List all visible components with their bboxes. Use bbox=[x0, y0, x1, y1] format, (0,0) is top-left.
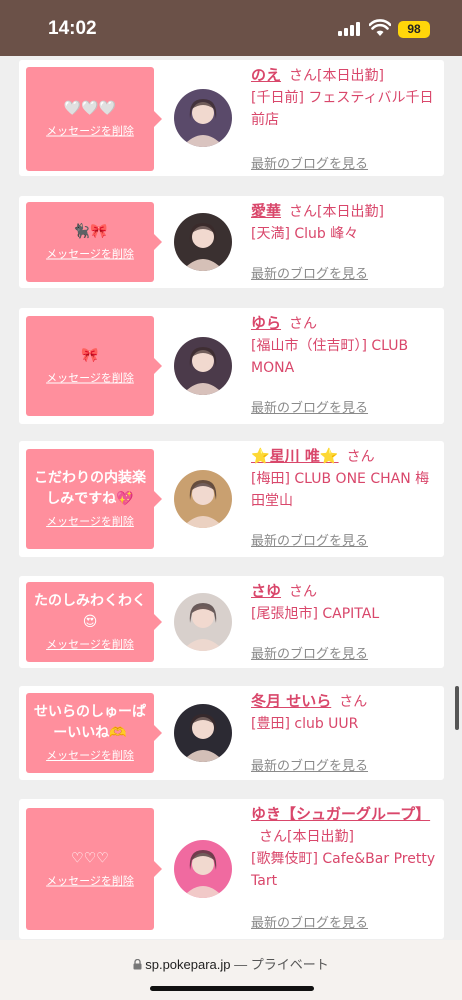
status-bar: 14:02 98 bbox=[0, 0, 462, 56]
shop-text: [歌舞伎町] Cafe&Bar Pretty Tart bbox=[251, 851, 436, 889]
avatar[interactable] bbox=[174, 704, 232, 762]
shop-text: [千日前] フェスティバル千日前店 bbox=[251, 90, 434, 128]
girl-info: ゆき【シュガーグループ】さん[本日出勤] [歌舞伎町] Cafe&Bar Pret… bbox=[251, 803, 441, 935]
message-bubble: せいらのしゅーぱーいいね🫶 メッセージを削除 bbox=[26, 693, 162, 773]
wifi-icon bbox=[369, 19, 391, 36]
name-line: 冬月 せいら さん bbox=[251, 690, 441, 713]
girl-info: 冬月 せいら さん [豊田] club UUR 最新のブログを見る bbox=[251, 690, 441, 776]
avatar[interactable] bbox=[174, 337, 232, 395]
message-card: せいらのしゅーぱーいいね🫶 メッセージを削除 冬月 せいら さん [豊田] club U… bbox=[19, 686, 444, 780]
shop-text: [豊田] club UUR bbox=[251, 716, 359, 732]
shop-text: [尾張旭市] CAPITAL bbox=[251, 606, 380, 622]
message-text: ♡♡♡ bbox=[71, 850, 109, 867]
battery-indicator: 98 bbox=[398, 21, 430, 38]
address-bar[interactable]: sp.pokepara.jp — プライベート bbox=[0, 940, 462, 1000]
blog-link[interactable]: 最新のブログを見る bbox=[251, 398, 368, 420]
girl-info: 愛華 さん[本日出勤] [天満] Club 峰々最新のブログを見る bbox=[251, 200, 441, 284]
honorific: さん bbox=[259, 829, 287, 845]
message-text: 🤍🤍🤍 bbox=[63, 100, 117, 117]
girl-name-link[interactable]: 冬月 せいら bbox=[251, 692, 331, 710]
girl-info: ⭐星川 唯⭐ さん [梅田] CLUB ONE CHAN 梅田堂山最新のブログを見る bbox=[251, 445, 441, 553]
girl-info: のえ さん[本日出勤] [千日前] フェスティバル千日前店 最新のブログを見る bbox=[251, 64, 441, 172]
honorific: さん bbox=[339, 694, 368, 710]
avatar[interactable] bbox=[174, 470, 232, 528]
girl-name-link[interactable]: ゆら bbox=[251, 314, 281, 332]
girl-name-link[interactable]: ⭐星川 唯⭐ bbox=[251, 447, 339, 465]
message-text: たのしみわくわく😍 bbox=[34, 593, 146, 630]
honorific: さん bbox=[289, 68, 318, 84]
honorific: さん bbox=[289, 584, 318, 600]
honorific: さん bbox=[289, 204, 318, 220]
name-line: ゆき【シュガーグループ】さん[本日出勤] bbox=[251, 803, 441, 848]
shop-text: [福山市（住吉町）] CLUB MONA bbox=[251, 338, 409, 376]
girl-name-link[interactable]: さゆ bbox=[251, 582, 281, 600]
scrollbar[interactable] bbox=[455, 686, 459, 730]
message-text: こだわりの内装楽しみですね💖 bbox=[34, 470, 146, 507]
message-text: 🐈‍⬛🎀 bbox=[72, 223, 108, 240]
message-bubble: たのしみわくわく😍 メッセージを削除 bbox=[26, 582, 162, 662]
attendance-tag: [本日出勤] bbox=[317, 68, 384, 84]
url-text[interactable]: sp.pokepara.jp — プライベート bbox=[0, 954, 462, 973]
blog-link[interactable]: 最新のブログを見る bbox=[251, 756, 368, 778]
name-line: ゆら さん bbox=[251, 312, 441, 335]
blog-link[interactable]: 最新のブログを見る bbox=[251, 264, 368, 286]
avatar[interactable] bbox=[174, 840, 232, 898]
shop-text: [梅田] CLUB ONE CHAN 梅田堂山 bbox=[251, 471, 430, 509]
delete-message-link[interactable]: メッセージを削除 bbox=[26, 637, 154, 653]
honorific: さん bbox=[289, 316, 318, 332]
delete-message-link[interactable]: メッセージを削除 bbox=[26, 247, 154, 263]
girl-name-link[interactable]: のえ bbox=[251, 66, 281, 84]
message-bubble: 🐈‍⬛🎀 メッセージを削除 bbox=[26, 202, 162, 282]
message-card: たのしみわくわく😍 メッセージを削除 さゆ さん [尾張旭市] CAPITAL 最新のブロ… bbox=[19, 576, 444, 668]
delete-message-link[interactable]: メッセージを削除 bbox=[26, 514, 154, 530]
avatar[interactable] bbox=[174, 213, 232, 271]
girl-name-link[interactable]: ゆき【シュガーグループ】 bbox=[251, 805, 430, 823]
delete-message-link[interactable]: メッセージを削除 bbox=[26, 748, 154, 764]
message-bubble: ♡♡♡ メッセージを削除 bbox=[26, 808, 162, 930]
url-domain: sp.pokepara.jp bbox=[145, 957, 231, 972]
girl-info: ゆら さん [福山市（住吉町）] CLUB MONA 最新のブログを見る bbox=[251, 312, 441, 420]
lock-icon bbox=[133, 958, 142, 970]
message-card: こだわりの内装楽しみですね💖 メッセージを削除 ⭐星川 唯⭐ さん [梅田] CLUB … bbox=[19, 441, 444, 557]
delete-message-link[interactable]: メッセージを削除 bbox=[26, 874, 154, 890]
shop-text: [天満] Club 峰々 bbox=[251, 226, 359, 242]
blog-link[interactable]: 最新のブログを見る bbox=[251, 531, 368, 553]
message-bubble: こだわりの内装楽しみですね💖 メッセージを削除 bbox=[26, 449, 162, 549]
name-line: のえ さん[本日出勤] bbox=[251, 64, 441, 87]
url-private-label: — プライベート bbox=[230, 957, 329, 972]
message-card: 🐈‍⬛🎀 メッセージを削除 愛華 さん[本日出勤] [天満] Club 峰々最新のブログ… bbox=[19, 196, 444, 288]
attendance-tag: [本日出勤] bbox=[317, 204, 384, 220]
girl-info: さゆ さん [尾張旭市] CAPITAL 最新のブログを見る bbox=[251, 580, 441, 664]
name-line: ⭐星川 唯⭐ さん bbox=[251, 445, 441, 468]
cellular-signal-icon bbox=[338, 22, 362, 36]
delete-message-link[interactable]: メッセージを削除 bbox=[26, 124, 154, 140]
delete-message-link[interactable]: メッセージを削除 bbox=[26, 371, 154, 387]
message-text: 🎀 bbox=[81, 347, 99, 364]
girl-name-link[interactable]: 愛華 bbox=[251, 202, 281, 220]
message-text: せいらのしゅーぱーいいね🫶 bbox=[34, 704, 146, 741]
message-card: 🎀 メッセージを削除 ゆら さん [福山市（住吉町）] CLUB MONA 最新のブログを… bbox=[19, 308, 444, 424]
status-time: 14:02 bbox=[48, 18, 97, 39]
blog-link[interactable]: 最新のブログを見る bbox=[251, 913, 368, 935]
message-bubble: 🤍🤍🤍 メッセージを削除 bbox=[26, 67, 162, 171]
name-line: 愛華 さん[本日出勤] bbox=[251, 200, 441, 223]
name-line: さゆ さん bbox=[251, 580, 441, 603]
attendance-tag: [本日出勤] bbox=[287, 829, 354, 845]
avatar[interactable] bbox=[174, 89, 232, 147]
blog-link[interactable]: 最新のブログを見る bbox=[251, 644, 368, 666]
honorific: さん bbox=[346, 449, 375, 465]
message-bubble: 🎀 メッセージを削除 bbox=[26, 316, 162, 416]
message-card: ♡♡♡ メッセージを削除 ゆき【シュガーグループ】さん[本日出勤] [歌舞伎町] Ca… bbox=[19, 799, 444, 939]
blog-link[interactable]: 最新のブログを見る bbox=[251, 154, 368, 176]
home-indicator[interactable] bbox=[150, 986, 314, 991]
message-card: 🤍🤍🤍 メッセージを削除 のえ さん[本日出勤] [千日前] フェスティバル千日前店最新… bbox=[19, 60, 444, 176]
avatar[interactable] bbox=[174, 593, 232, 651]
